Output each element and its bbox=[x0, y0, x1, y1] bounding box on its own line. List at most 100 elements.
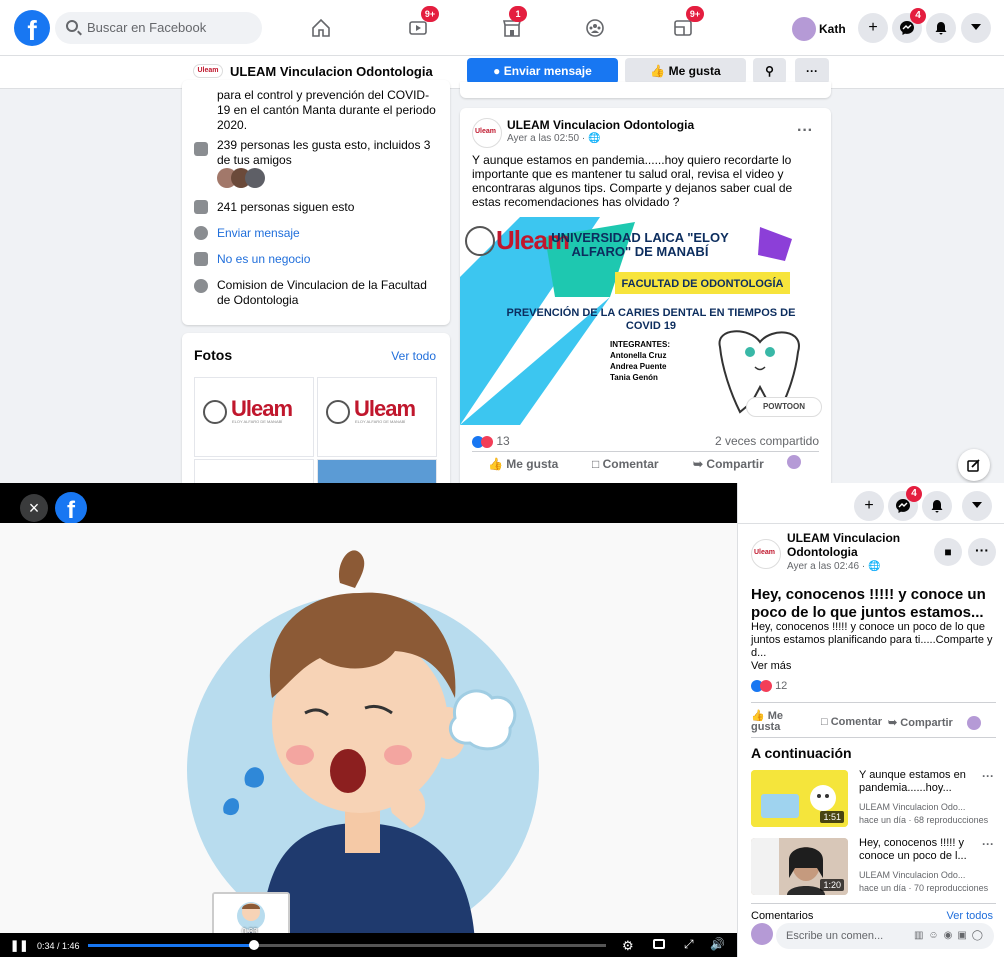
video-share-button[interactable]: ➥ Compartir bbox=[888, 716, 953, 729]
comment-input[interactable]: Escribe un comen... ▥☺◉▣◯ bbox=[776, 923, 994, 949]
video-progress-fill bbox=[88, 944, 254, 947]
close-icon[interactable]: × bbox=[20, 494, 48, 522]
next-video-duration: 1:20 bbox=[820, 879, 844, 891]
next-video-title[interactable]: Hey, conocenos !!!!! y conoce un poco de… bbox=[859, 837, 974, 863]
account-menu-chevron-down-icon[interactable] bbox=[962, 491, 992, 521]
post-share-button[interactable]: ➥ Compartir bbox=[693, 457, 764, 471]
facebook-logo-icon[interactable]: f bbox=[14, 10, 50, 46]
comment-tools-icons[interactable]: ▥☺◉▣◯ bbox=[914, 923, 988, 949]
video-comment-button[interactable]: □ Comentar bbox=[821, 716, 882, 728]
page-more-button[interactable]: ··· bbox=[795, 58, 829, 84]
business-icon bbox=[194, 252, 208, 266]
search-input[interactable]: Buscar en Facebook bbox=[55, 12, 262, 44]
page-logo[interactable]: Uleam bbox=[193, 64, 223, 78]
next-video-thumbnail[interactable]: 1:20 bbox=[751, 838, 848, 895]
video-time: 0:34 / 1:46 bbox=[37, 941, 80, 951]
next-video-channel[interactable]: ULEAM Vinculacion Odo... bbox=[859, 869, 974, 881]
post-text: Y aunque estamos en pandemia......hoy qu… bbox=[472, 153, 793, 209]
about-follows: 241 personas siguen esto bbox=[217, 200, 355, 214]
next-video-more-button[interactable]: ··· bbox=[982, 769, 994, 783]
members-list: INTEGRANTES: Antonella Cruz Andrea Puent… bbox=[610, 340, 670, 382]
send-message-button[interactable]: ● Enviar mensaje bbox=[467, 58, 618, 84]
video-progress-bar[interactable] bbox=[88, 940, 606, 950]
globe-icon: 🌐 bbox=[867, 561, 881, 572]
home-icon[interactable] bbox=[306, 13, 336, 43]
uleam-logo: Uleam ELOY ALFARO DE MANABÍ bbox=[203, 396, 309, 426]
next-video-title[interactable]: Y aunque estamos en pandemia......hoy... bbox=[859, 769, 974, 795]
next-video-channel[interactable]: ULEAM Vinculacion Odo... bbox=[859, 801, 974, 813]
video-more-button[interactable]: ··· bbox=[968, 538, 996, 566]
post-shares[interactable]: 2 veces compartido bbox=[715, 434, 819, 448]
messenger-badge: 4 bbox=[906, 486, 922, 502]
send-message-label: Enviar mensaje bbox=[503, 64, 592, 78]
post-comment-button[interactable]: □ Comentar bbox=[592, 457, 659, 471]
marketplace-badge: 1 bbox=[509, 6, 527, 22]
photo-thumbnail[interactable]: Uleam ELOY ALFARO DE MANABÍ bbox=[194, 377, 314, 457]
fullscreen-icon[interactable]: ⤢ bbox=[684, 937, 694, 952]
globe-icon: 🌐 bbox=[587, 133, 601, 144]
powtoon-badge: POWTOON bbox=[746, 397, 822, 417]
photo-thumbnail[interactable]: Uleam ELOY ALFARO DE MANABÍ bbox=[317, 377, 437, 457]
video-author[interactable]: ULEAM Vinculacion Odontologia bbox=[787, 531, 917, 559]
uleam-logo: Uleam ELOY ALFARO DE MANABÍ bbox=[326, 396, 432, 426]
video-frame[interactable] bbox=[0, 523, 737, 933]
notifications-bell-icon[interactable] bbox=[926, 13, 956, 43]
create-button[interactable]: + bbox=[858, 13, 888, 43]
post-more-button[interactable]: ··· bbox=[797, 122, 813, 140]
save-bookmark-icon[interactable]: ■ bbox=[934, 538, 962, 566]
next-video-duration: 1:51 bbox=[820, 811, 844, 823]
new-message-edit-icon[interactable] bbox=[958, 449, 990, 481]
audience-selector[interactable] bbox=[967, 716, 981, 730]
messenger-icon: ● bbox=[493, 64, 501, 78]
avatar bbox=[751, 923, 773, 945]
profile-name: Kath bbox=[819, 22, 846, 36]
photos-heading: Fotos bbox=[194, 347, 233, 363]
video-side-panel: + 4 Uleam ULEAM Vinculacion Odontologia … bbox=[737, 483, 1004, 957]
notifications-bell-icon[interactable] bbox=[922, 491, 952, 521]
see-more-link[interactable]: Ver más bbox=[751, 660, 791, 672]
post-reactions[interactable]: 13 bbox=[472, 434, 510, 448]
comments-see-all-link[interactable]: Ver todos bbox=[947, 910, 993, 922]
video-reactions[interactable]: 12 bbox=[751, 680, 787, 693]
like-page-button[interactable]: 👍 Me gusta bbox=[625, 58, 746, 84]
post-like-button[interactable]: 👍 Me gusta bbox=[488, 457, 558, 471]
page-search-button[interactable]: ⚲ bbox=[753, 58, 786, 84]
video-progress-handle[interactable] bbox=[248, 940, 259, 950]
next-video-thumbnail[interactable]: 1:51 bbox=[751, 770, 848, 827]
volume-icon[interactable]: 🔊 bbox=[710, 937, 725, 951]
profile-chip[interactable]: Kath bbox=[792, 17, 852, 41]
pause-icon[interactable]: ❚❚ bbox=[10, 939, 28, 952]
video-timestamp[interactable]: Ayer a las 02:46 · 🌐 bbox=[787, 561, 880, 572]
friend-avatars[interactable] bbox=[217, 168, 277, 188]
audience-selector[interactable] bbox=[787, 455, 801, 469]
post-author-avatar[interactable]: Uleam bbox=[472, 118, 502, 148]
love-reaction-icon bbox=[760, 680, 772, 693]
create-button[interactable]: + bbox=[854, 491, 884, 521]
groups-icon[interactable] bbox=[580, 13, 610, 43]
gaming-badge: 9+ bbox=[686, 6, 704, 22]
post-author-avatar[interactable]: Uleam bbox=[751, 539, 781, 569]
next-video-more-button[interactable]: ··· bbox=[982, 837, 994, 851]
search-icon bbox=[66, 20, 78, 32]
not-business-link[interactable]: No es un negocio bbox=[217, 252, 310, 267]
post-card: Uleam ULEAM Vinculacion Odontologia Ayer… bbox=[460, 108, 831, 488]
send-message-link[interactable]: Enviar mensaje bbox=[217, 226, 300, 241]
facebook-logo-icon[interactable]: f bbox=[55, 492, 87, 524]
about-card: para el control y prevención del COVID-1… bbox=[182, 80, 450, 325]
photos-see-all-link[interactable]: Ver todo bbox=[391, 349, 436, 363]
video-viewer: × f 0:33 ❚❚ 0:34 / 1:46 ⚙ ⤢ 🔊 bbox=[0, 483, 737, 957]
divider bbox=[472, 451, 819, 452]
page-title[interactable]: ULEAM Vinculacion Odontologia bbox=[230, 64, 433, 79]
video-like-button[interactable]: 👍 Me gusta bbox=[751, 711, 796, 733]
thumbs-up-icon bbox=[194, 142, 208, 156]
seal-icon bbox=[203, 400, 227, 424]
settings-gear-icon[interactable]: ⚙ bbox=[622, 938, 634, 954]
post-timestamp[interactable]: Ayer a las 02:50 · 🌐 bbox=[507, 133, 600, 144]
image-headline: PREVENCIÓN DE LA CARIES DENTAL EN TIEMPO… bbox=[506, 307, 796, 332]
account-menu-chevron-down-icon[interactable] bbox=[961, 13, 991, 43]
divider bbox=[751, 903, 996, 904]
post-image[interactable]: Uleam UNIVERSIDAD LAICA "ELOY ALFARO" DE… bbox=[460, 217, 831, 425]
miniplayer-icon[interactable] bbox=[653, 939, 665, 949]
post-author[interactable]: ULEAM Vinculacion Odontologia bbox=[507, 118, 694, 132]
divider bbox=[751, 702, 996, 703]
